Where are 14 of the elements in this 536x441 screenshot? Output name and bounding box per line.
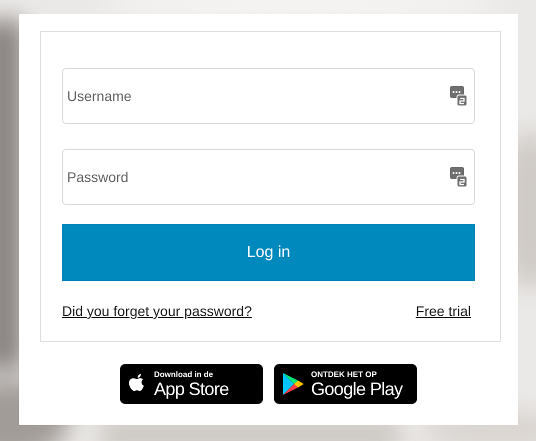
- username-field[interactable]: Username: [62, 68, 475, 124]
- password-field[interactable]: Password: [62, 149, 475, 205]
- store-badge[interactable]: ONTDEK HET OP Google Play: [274, 364, 417, 404]
- badge-caption: ONTDEK HET OP: [311, 370, 378, 378]
- password-manager-icon: [450, 86, 467, 106]
- forgot-password-link[interactable]: Did you forget your password?: [62, 303, 252, 319]
- free-trial-link[interactable]: Free trial: [416, 303, 471, 319]
- badge-caption: Download in de: [154, 370, 214, 378]
- login-button[interactable]: Log in: [62, 224, 475, 281]
- store-name: App Store: [154, 380, 229, 398]
- store-badge[interactable]: Download in de App Store: [120, 364, 263, 404]
- play-triangle-icon: [282, 372, 304, 396]
- password-manager-icon: [450, 167, 467, 187]
- store-name: Google Play: [311, 380, 402, 398]
